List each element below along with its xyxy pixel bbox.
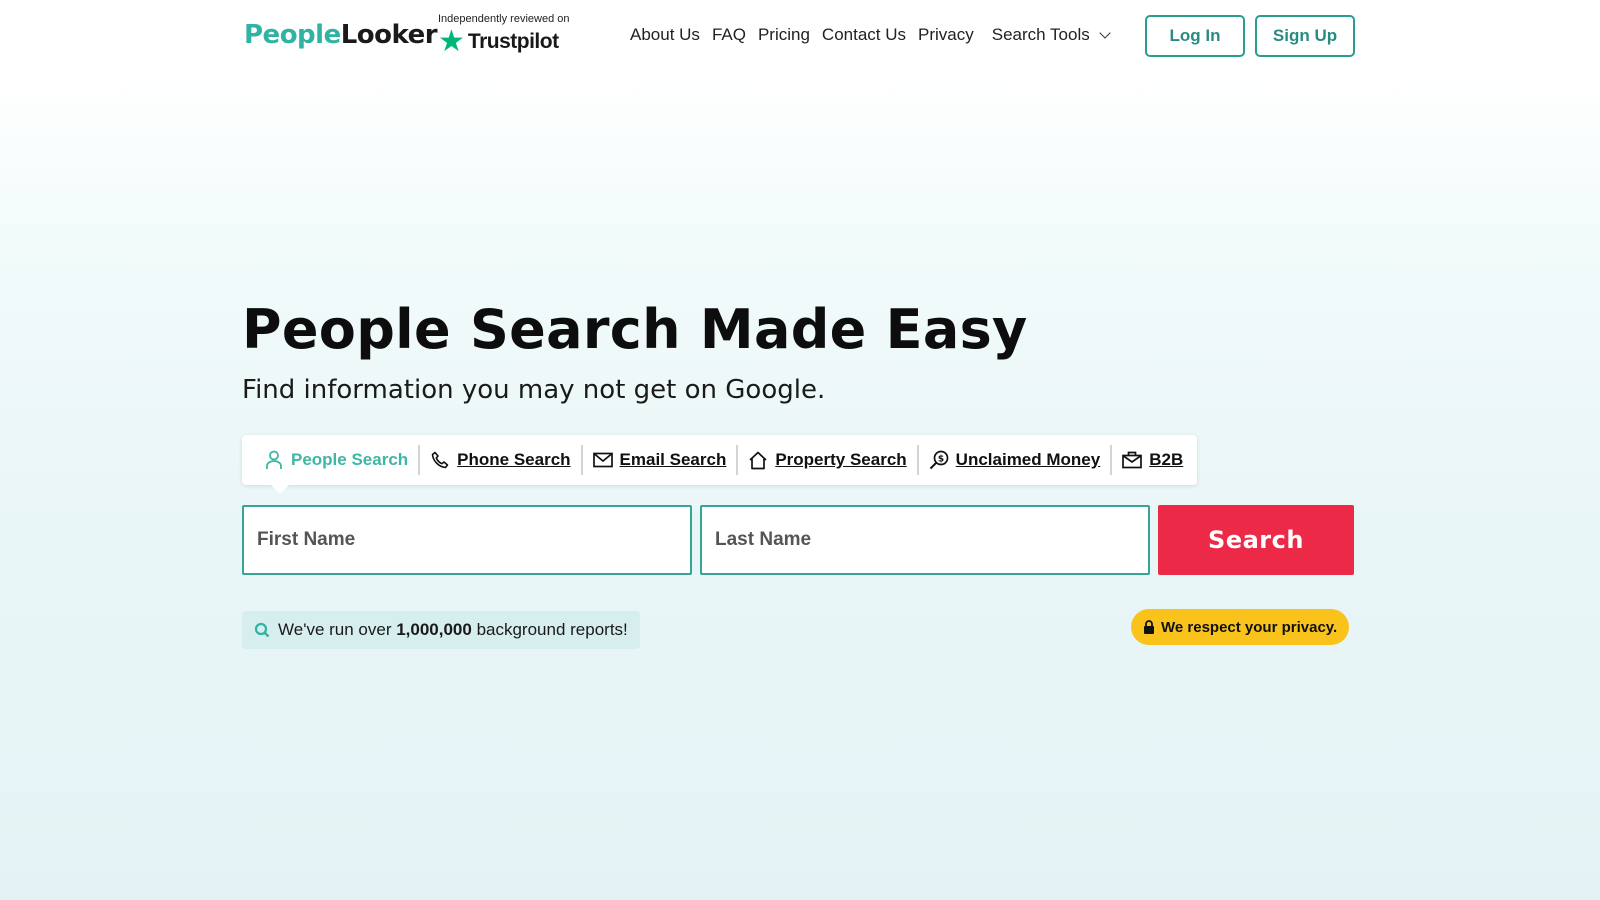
reports-count-badge: We've run over 1,000,000 background repo… xyxy=(242,611,640,649)
nav-search-tools-dropdown[interactable]: Search Tools xyxy=(991,25,1111,45)
nav-privacy[interactable]: Privacy xyxy=(918,25,974,45)
tab-unclaimed-money[interactable]: $ Unclaimed Money xyxy=(916,445,1111,475)
search-type-tabs: People Search Phone Search Email Search … xyxy=(242,435,1197,494)
tab-label: Phone Search xyxy=(457,450,571,469)
first-name-input[interactable] xyxy=(244,507,690,573)
reports-count: 1,000,000 xyxy=(396,620,472,639)
tab-label: Property Search xyxy=(775,450,907,469)
trustpilot-star-icon: ★ xyxy=(438,25,465,58)
search-icon xyxy=(254,622,270,638)
privacy-text: We respect your privacy. xyxy=(1161,618,1338,636)
main-nav: About Us FAQ Pricing Contact Us Privacy … xyxy=(630,25,1111,45)
tab-phone-search[interactable]: Phone Search xyxy=(418,445,580,475)
tab-property-search[interactable]: Property Search xyxy=(736,445,916,475)
chevron-down-icon xyxy=(1099,27,1111,39)
envelope-icon xyxy=(592,450,613,470)
first-name-field-wrapper xyxy=(242,505,692,575)
signup-button[interactable]: Sign Up xyxy=(1255,15,1355,57)
nav-faq[interactable]: FAQ xyxy=(712,25,746,45)
tab-people-search[interactable]: People Search xyxy=(254,445,418,475)
tab-label: People Search xyxy=(291,450,409,469)
phone-icon xyxy=(430,450,450,470)
last-name-field-wrapper xyxy=(700,505,1150,575)
svg-text:$: $ xyxy=(938,455,944,465)
tab-label: Unclaimed Money xyxy=(955,450,1101,469)
peoplelooker-logo[interactable]: PeopleLooker xyxy=(244,18,438,52)
trustpilot-name: Trustpilot xyxy=(467,30,559,53)
privacy-badge: We respect your privacy. xyxy=(1131,609,1350,645)
logo-text-people: People xyxy=(244,20,341,50)
login-button[interactable]: Log In xyxy=(1145,15,1245,57)
nav-pricing[interactable]: Pricing xyxy=(758,25,810,45)
nav-about-us[interactable]: About Us xyxy=(630,25,700,45)
reports-suffix: background reports! xyxy=(471,620,628,639)
lock-icon xyxy=(1143,620,1155,634)
tab-label: B2B xyxy=(1149,450,1184,469)
tab-label: Email Search xyxy=(619,450,727,469)
reports-prefix: We've run over xyxy=(278,620,397,639)
hero-title: People Search Made Easy xyxy=(242,298,1028,361)
hero-subtitle: Find information you may not get on Goog… xyxy=(242,375,826,405)
money-search-icon: $ xyxy=(929,450,949,470)
nav-contact-us[interactable]: Contact Us xyxy=(822,25,906,45)
person-icon xyxy=(264,450,284,470)
last-name-input[interactable] xyxy=(702,507,1148,573)
tab-b2b[interactable]: B2B xyxy=(1110,445,1193,475)
briefcase-icon xyxy=(1122,450,1143,470)
logo-text-looker: Looker xyxy=(340,20,438,50)
tab-email-search[interactable]: Email Search xyxy=(580,445,737,475)
site-header: PeopleLooker Independently reviewed on ★… xyxy=(0,0,1600,72)
trustpilot-badge[interactable]: Independently reviewed on ★ Trustpilot xyxy=(438,13,569,58)
house-icon xyxy=(748,450,768,470)
search-button[interactable]: Search xyxy=(1158,505,1354,575)
search-tools-label: Search Tools xyxy=(991,25,1090,44)
